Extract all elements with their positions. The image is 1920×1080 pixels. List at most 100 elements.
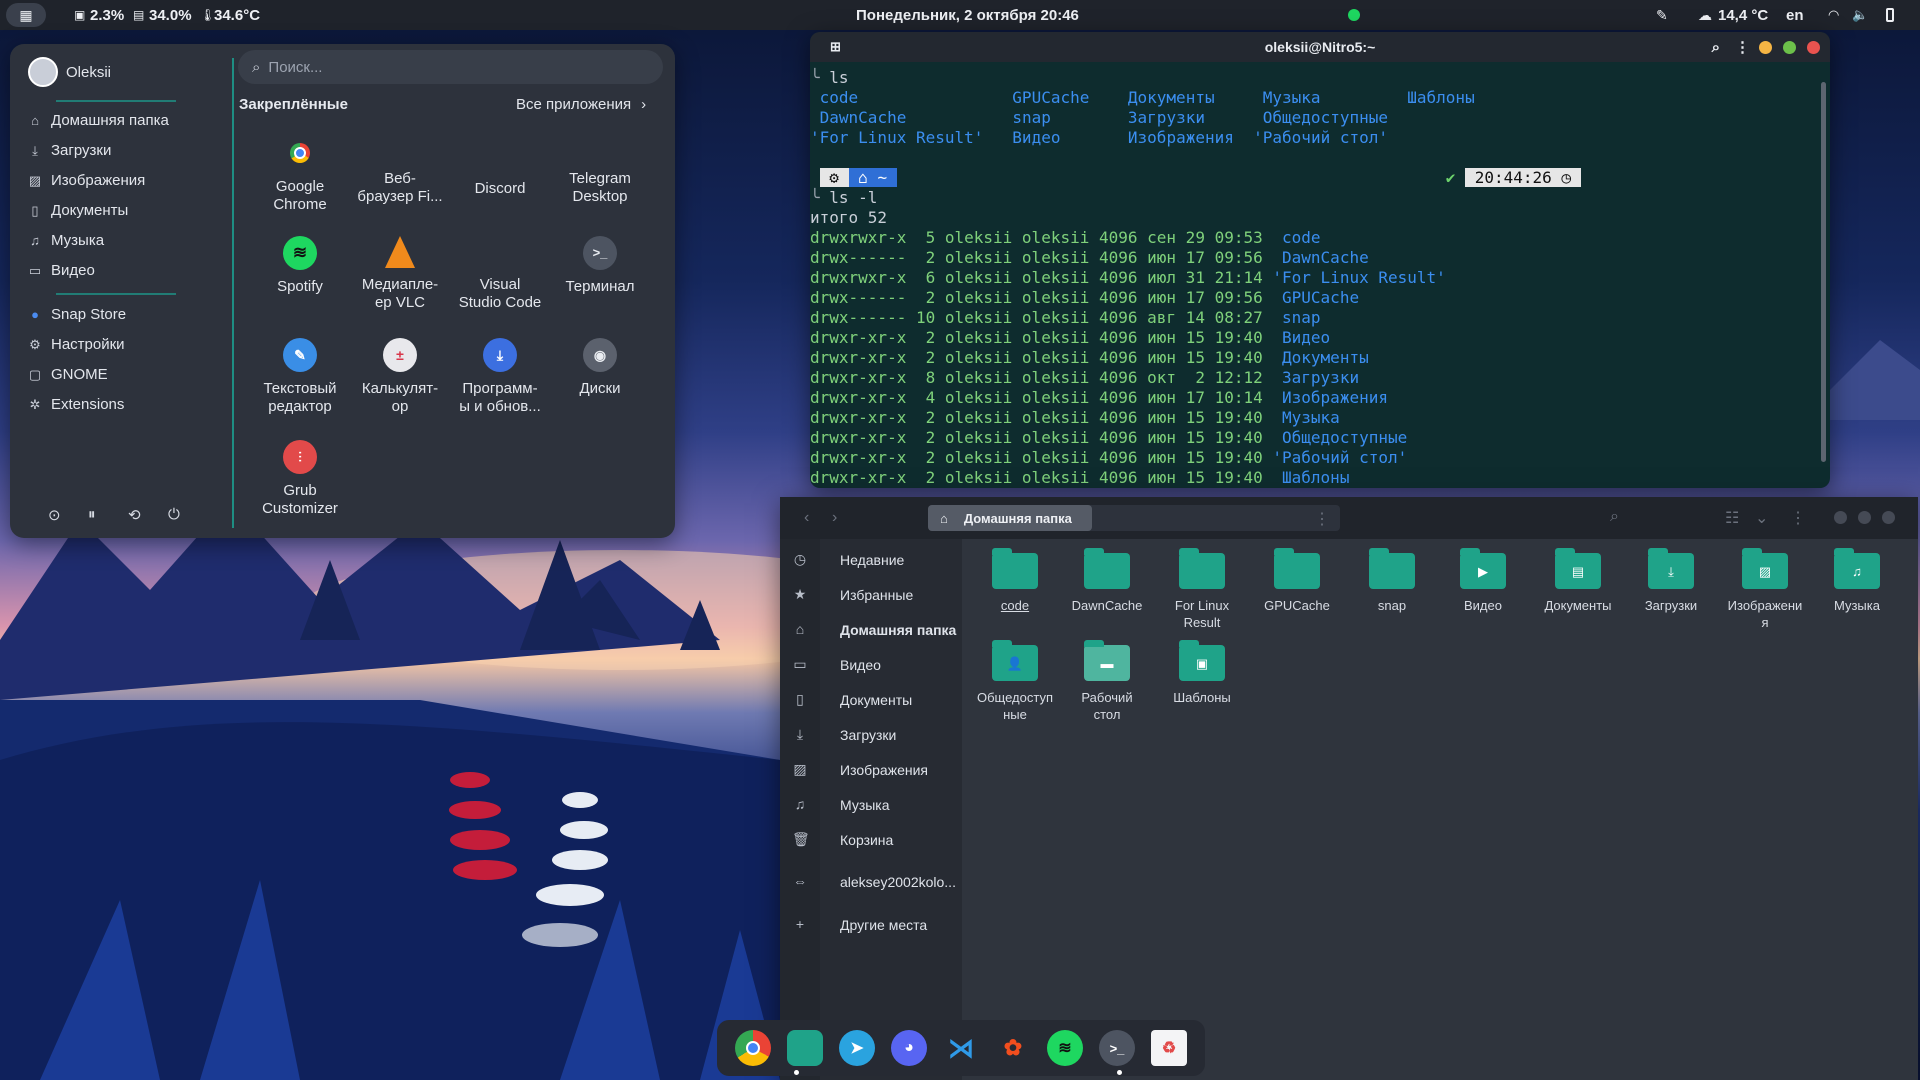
keyboard-layout[interactable]: en: [1786, 7, 1804, 24]
path-menu-icon[interactable]: ⋮: [1314, 509, 1330, 529]
folder-desktop[interactable]: ▬ Рабочий стол: [1064, 640, 1150, 723]
app-chrome[interactable]: Google Chrome: [250, 136, 350, 214]
search-input[interactable]: ⌕ Поиск...: [238, 50, 663, 84]
gnome-item[interactable]: ▢ GNOME: [28, 366, 108, 383]
spotify-indicator-icon[interactable]: [1348, 9, 1360, 21]
place-music[interactable]: ♫ Музыка: [28, 232, 104, 249]
video-icon: ▭: [793, 656, 807, 672]
sidebar-item-downloads[interactable]: Загрузки: [840, 727, 896, 743]
grid-icon: ▦: [19, 6, 33, 23]
app-telegram[interactable]: Telegram Desktop: [550, 170, 650, 206]
logout-icon[interactable]: ⊙: [48, 506, 61, 524]
weather-icon[interactable]: ☁: [1698, 7, 1712, 24]
terminal-scrollbar[interactable]: [1821, 82, 1826, 462]
app-terminal[interactable]: >_ Терминал: [550, 236, 650, 296]
menu-icon[interactable]: ⋮: [1790, 508, 1806, 528]
app-vscode[interactable]: Visual Studio Code: [450, 276, 550, 312]
restart-icon[interactable]: ⟲: [128, 506, 141, 524]
dock-vscode-icon[interactable]: ⋊: [943, 1030, 979, 1066]
place-videos[interactable]: ▭ Видео: [28, 262, 95, 279]
snap-store-item[interactable]: ● Snap Store: [28, 306, 126, 323]
folder-pictures[interactable]: ▨ Изображени я: [1722, 548, 1808, 631]
weather-temp[interactable]: 14,4 °C: [1718, 7, 1768, 24]
folder-public[interactable]: 👤 Общедоступ ные: [972, 640, 1058, 723]
app-text-editor[interactable]: ✎ Текстовый редактор: [250, 338, 350, 416]
place-pictures[interactable]: ▨ Изображения: [28, 172, 145, 189]
power-icon[interactable]: ⏻: [168, 506, 180, 523]
dock-files-icon[interactable]: [787, 1030, 823, 1066]
folder-documents[interactable]: ▤ Документы: [1535, 548, 1621, 614]
path-bar[interactable]: ⌂ Домашняя папка ⋮: [928, 505, 1340, 531]
view-toggle-icon[interactable]: ☷: [1725, 508, 1739, 528]
folder-templates[interactable]: ▣ Шаблоны: [1159, 640, 1245, 706]
folder-downloads[interactable]: ⤓ Загрузки: [1628, 548, 1714, 614]
dock-chrome-icon[interactable]: [735, 1030, 771, 1066]
sidebar-item-videos[interactable]: Видео: [840, 657, 881, 673]
suspend-icon[interactable]: ⏸: [88, 506, 96, 523]
sidebar-item-music[interactable]: Музыка: [840, 797, 890, 813]
top-bar: ▦ ▣ 2.3% ▤ 34.0% 🌡 34.6°C Понедельник, 2…: [0, 0, 1920, 30]
view-options-icon[interactable]: ⌄: [1755, 508, 1768, 528]
dock-telegram-icon[interactable]: ➤: [839, 1030, 875, 1066]
sidebar-item-documents[interactable]: Документы: [840, 692, 912, 708]
sidebar-item-recent[interactable]: Недавние: [840, 552, 904, 568]
sidebar-item-network[interactable]: aleksey2002kolo...: [840, 874, 956, 890]
settings-item[interactable]: ⚙ Настройки: [28, 336, 124, 353]
volume-icon[interactable]: 🔈: [1852, 7, 1868, 23]
all-apps-button[interactable]: Все приложения ›: [516, 96, 646, 113]
app-vlc[interactable]: Медиапле-ер VLC: [350, 236, 450, 312]
search-icon[interactable]: ⌕: [1610, 508, 1619, 526]
document-icon: ▯: [796, 691, 804, 707]
sidebar-item-other-locations[interactable]: Другие места: [840, 917, 927, 933]
place-downloads[interactable]: ⤓ Загрузки: [28, 142, 111, 159]
dock-discord-icon[interactable]: ◕: [891, 1030, 927, 1066]
activities-button[interactable]: ▦: [6, 3, 46, 27]
extensions-item[interactable]: ✲ Extensions: [28, 396, 125, 413]
user-avatar[interactable]: [28, 57, 58, 87]
folder-videos[interactable]: ▶ Видео: [1440, 548, 1526, 614]
app-grub-customizer[interactable]: ⫶ Grub Customizer: [250, 440, 350, 518]
app-calculator[interactable]: ± Калькулят-ор: [350, 338, 450, 416]
minimize-button[interactable]: [1759, 41, 1772, 54]
battery-icon[interactable]: [1886, 8, 1894, 22]
maximize-button[interactable]: [1783, 41, 1796, 54]
folder-music[interactable]: ♫ Музыка: [1814, 548, 1900, 614]
wifi-icon[interactable]: ◠: [1828, 7, 1839, 23]
menu-icon[interactable]: ⋮: [1735, 38, 1750, 56]
new-tab-icon[interactable]: ⊞: [830, 39, 841, 55]
place-documents[interactable]: ▯ Документы: [28, 202, 128, 219]
app-firefox[interactable]: Веб-браузер Fi...: [350, 170, 450, 206]
dock-figma-icon[interactable]: ✿: [995, 1030, 1031, 1066]
files-window[interactable]: ‹ › ⌂ Домашняя папка ⋮ ⌕ ☷ ⌄ ⋮ ◷ Недавние …: [780, 497, 1918, 1080]
folder-dawncache[interactable]: DawnCache: [1064, 548, 1150, 614]
app-discord[interactable]: Discord: [450, 180, 550, 198]
app-spotify[interactable]: ≋ Spotify: [250, 236, 350, 296]
sidebar-item-pictures[interactable]: Изображения: [840, 762, 928, 778]
app-software[interactable]: ⤓ Программ-ы и обнов...: [450, 338, 550, 416]
template-folder-icon: ▣: [1179, 640, 1225, 681]
dock-trash-icon[interactable]: ♻: [1151, 1030, 1187, 1066]
dock-spotify-icon[interactable]: ≋: [1047, 1030, 1083, 1066]
close-button[interactable]: [1882, 511, 1895, 524]
back-arrow-icon[interactable]: ‹: [804, 509, 809, 527]
minimize-button[interactable]: [1834, 511, 1847, 524]
close-button[interactable]: [1807, 41, 1820, 54]
app-disks[interactable]: ◉ Диски: [550, 338, 650, 398]
path-home[interactable]: ⌂ Домашняя папка: [928, 505, 1092, 531]
sidebar-item-trash[interactable]: Корзина: [840, 832, 893, 848]
search-icon[interactable]: ⌕: [1712, 39, 1720, 56]
user-name[interactable]: Oleksii: [66, 64, 111, 81]
sidebar-item-home[interactable]: Домашняя папка: [840, 622, 956, 638]
folder-snap[interactable]: snap: [1349, 548, 1435, 614]
forward-arrow-icon[interactable]: ›: [832, 509, 837, 527]
color-picker-icon[interactable]: ✎: [1656, 7, 1668, 24]
maximize-button[interactable]: [1858, 511, 1871, 524]
folder-for-linux-result[interactable]: For Linux Result: [1159, 548, 1245, 631]
folder-gpucache[interactable]: GPUCache: [1254, 548, 1340, 614]
dock-terminal-icon[interactable]: >_: [1099, 1030, 1135, 1066]
terminal-window[interactable]: ⊞ oleksii@Nitro5:~ ⌕ ⋮ ╰ ls code GPUCach…: [810, 32, 1830, 488]
place-home[interactable]: ⌂ Домашняя папка: [28, 112, 169, 129]
folder-code[interactable]: code: [972, 548, 1058, 614]
sidebar-item-starred[interactable]: Избранные: [840, 587, 913, 603]
clock[interactable]: Понедельник, 2 октября 20:46: [856, 7, 1079, 24]
